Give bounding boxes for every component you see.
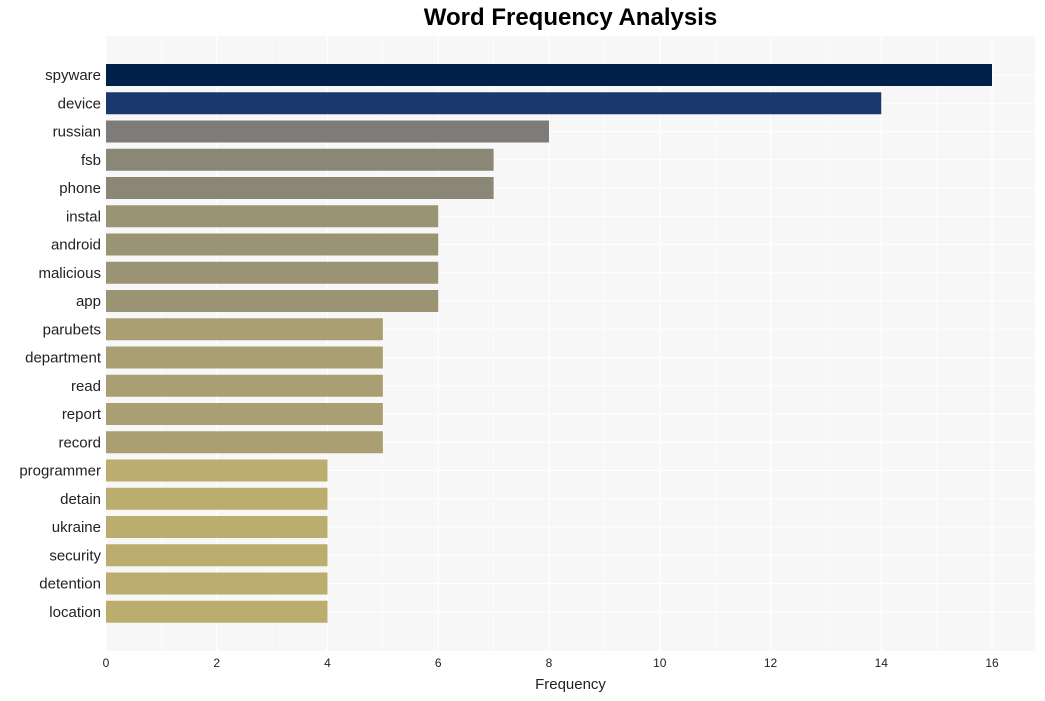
x-tick-label: 12 bbox=[764, 656, 778, 670]
bar-location bbox=[106, 600, 328, 623]
bar-android bbox=[106, 233, 439, 256]
y-tick-label: android bbox=[51, 237, 101, 254]
y-tick-label: malicious bbox=[38, 265, 101, 282]
bar-security bbox=[106, 544, 328, 567]
y-axis-labels: spyware device russian fsb phone instal androi… bbox=[19, 67, 102, 621]
x-tick-label: 14 bbox=[875, 656, 889, 670]
y-tick-label: detain bbox=[60, 491, 101, 508]
y-tick-label: ukraine bbox=[52, 519, 101, 536]
bar-instal bbox=[106, 205, 439, 228]
y-tick-label: location bbox=[49, 604, 101, 621]
bar-detention bbox=[106, 572, 328, 595]
y-tick-label: report bbox=[62, 406, 102, 423]
y-tick-label: security bbox=[49, 547, 101, 564]
bar-department bbox=[106, 346, 383, 369]
bar-app bbox=[106, 290, 439, 312]
y-tick-label: fsb bbox=[81, 152, 101, 169]
bar-russian bbox=[106, 120, 549, 143]
x-tick-label: 0 bbox=[103, 656, 110, 670]
y-tick-label: detention bbox=[39, 576, 101, 593]
x-tick-label: 2 bbox=[213, 656, 220, 670]
y-tick-label: read bbox=[71, 378, 101, 395]
y-tick-label: parubets bbox=[43, 321, 101, 338]
bar-phone bbox=[106, 177, 494, 199]
x-tick-label: 16 bbox=[985, 656, 999, 670]
x-axis-label: Frequency bbox=[535, 676, 606, 693]
bar-programmer bbox=[106, 459, 328, 482]
y-tick-label: russian bbox=[53, 124, 101, 141]
x-tick-label: 4 bbox=[324, 656, 331, 670]
x-axis-ticks: 0 2 4 6 8 10 12 14 16 bbox=[103, 656, 999, 670]
bar-fsb bbox=[106, 148, 494, 171]
y-tick-label: spyware bbox=[45, 67, 101, 84]
x-tick-label: 6 bbox=[435, 656, 442, 670]
bar-malicious bbox=[106, 261, 439, 284]
y-tick-label: app bbox=[76, 293, 101, 310]
bar-chart: spyware device russian fsb phone instal androi… bbox=[19, 36, 1035, 693]
x-tick-label: 10 bbox=[653, 656, 667, 670]
bar-record bbox=[106, 431, 383, 454]
bar-parubets bbox=[106, 318, 383, 341]
bar-detain bbox=[106, 487, 328, 510]
y-tick-label: phone bbox=[59, 180, 101, 197]
y-tick-label: programmer bbox=[19, 463, 101, 480]
bar-report bbox=[106, 403, 383, 425]
bar-ukraine bbox=[106, 516, 328, 538]
bar-device bbox=[106, 92, 882, 115]
x-tick-label: 8 bbox=[546, 656, 553, 670]
y-tick-label: instal bbox=[66, 208, 101, 225]
bar-spyware bbox=[106, 64, 992, 86]
y-tick-label: department bbox=[25, 350, 102, 367]
y-tick-label: device bbox=[58, 95, 101, 112]
bar-read bbox=[106, 374, 383, 397]
y-tick-label: record bbox=[58, 434, 101, 451]
